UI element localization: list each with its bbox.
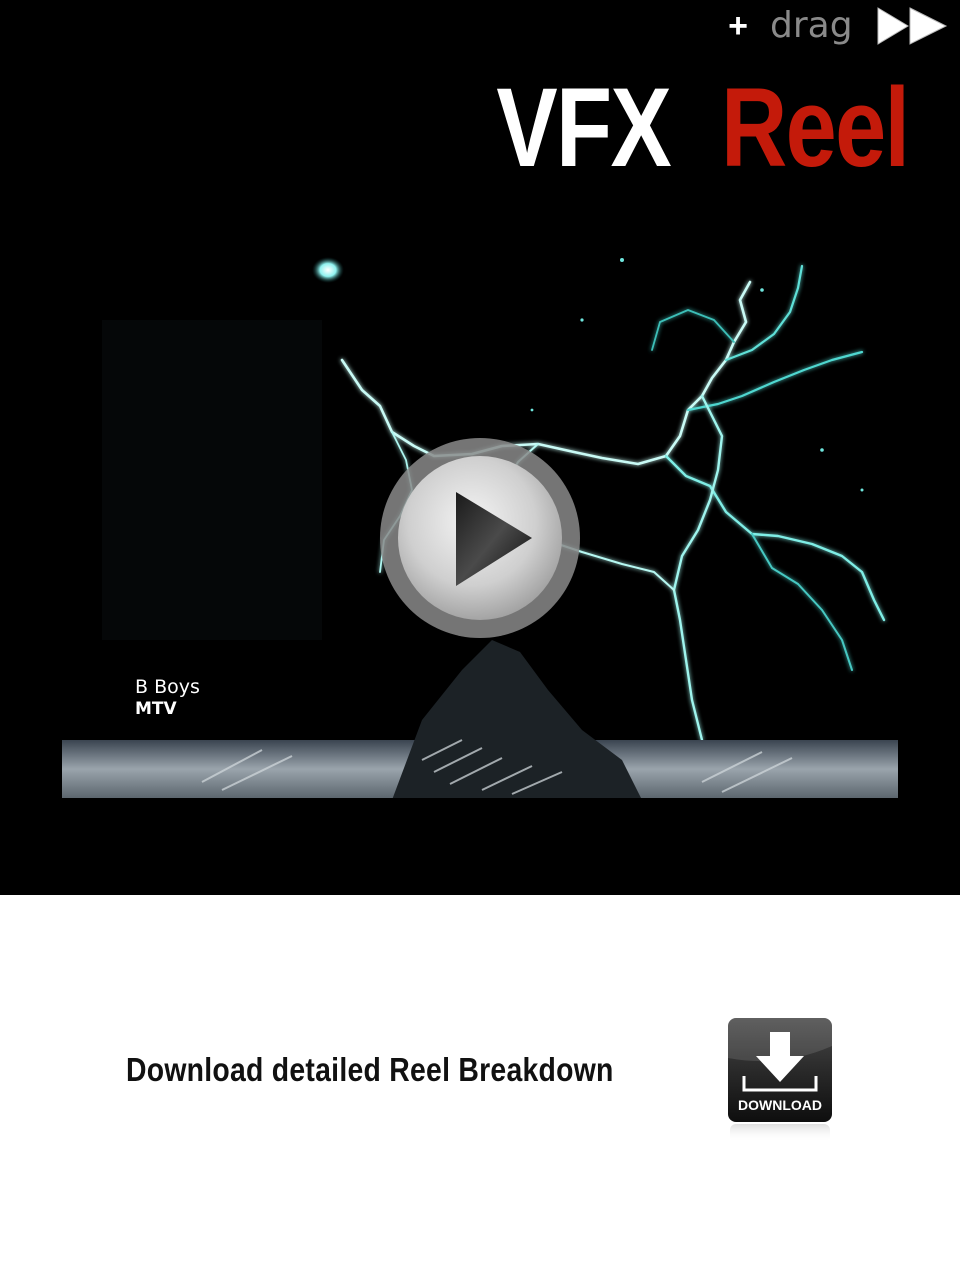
download-button-label: DOWNLOAD <box>738 1097 822 1113</box>
download-button[interactable]: DOWNLOAD <box>726 1016 836 1144</box>
caption-network: MTV <box>135 699 177 719</box>
caption-title: B Boys <box>135 676 200 698</box>
drag-label[interactable]: drag <box>770 6 853 46</box>
plus-icon[interactable]: + <box>724 8 752 44</box>
fast-forward-icon[interactable] <box>876 6 948 46</box>
video-caption: B Boys MTV <box>135 676 200 720</box>
play-icon[interactable] <box>378 436 582 640</box>
video-player[interactable]: B Boys MTV <box>62 200 898 798</box>
download-breakdown-link[interactable]: Download detailed Reel Breakdown <box>126 1048 614 1092</box>
top-toolbar: + drag <box>0 0 960 52</box>
hero-section: + drag VFX Reel B Boys MTV <box>0 0 960 895</box>
page: + drag VFX Reel B Boys MTV Download deta… <box>0 0 960 1280</box>
page-title: VFX Reel <box>496 65 910 190</box>
title-reel: Reel <box>720 65 910 190</box>
title-vfx: VFX <box>496 65 671 190</box>
